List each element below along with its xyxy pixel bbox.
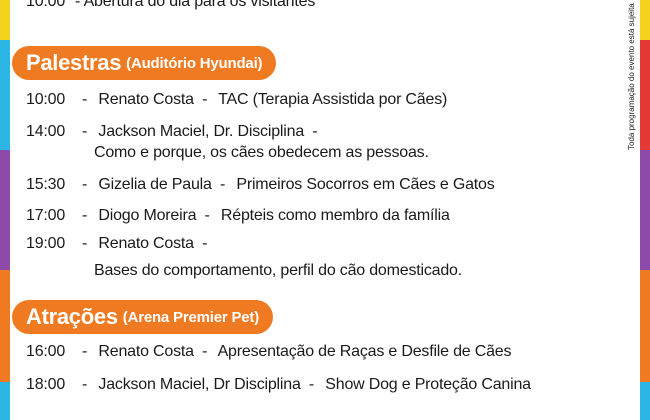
palestras-title: Palestras xyxy=(26,50,122,75)
palestras-header: Palestras (Auditório Hyundai) xyxy=(12,46,277,80)
row-time: 17:00 xyxy=(26,207,66,224)
color-stripe-purple xyxy=(0,150,10,270)
color-stripe-red-right xyxy=(640,40,650,150)
palestras-location: (Auditório Hyundai) xyxy=(126,54,263,72)
row-time: 14:00 xyxy=(26,123,66,140)
atracoes-title: Atrações xyxy=(26,304,118,329)
color-stripe-blue xyxy=(0,40,10,150)
row-time: 16:00 xyxy=(26,343,66,360)
schedule-row: 17:00- Diogo Moreira - Répteis como memb… xyxy=(26,207,450,224)
row-speaker: Diogo Moreira xyxy=(98,207,197,224)
row-topic: TAC (Terapia Assistida por Cães) xyxy=(218,91,448,108)
row-topic: Répteis como membro da família xyxy=(220,207,450,224)
atracoes-header: Atrações (Arena Premier Pet) xyxy=(12,300,274,334)
row-speaker: Renato Costa xyxy=(98,235,194,252)
schedule-row: 15:30- Gizelia de Paula - Primeiros Soco… xyxy=(26,176,495,193)
color-stripe-blue-right xyxy=(640,382,650,420)
opening-text: Abertura do dia para os visitantes xyxy=(83,0,316,10)
side-note: Toda programação do evento está sujeita xyxy=(627,3,636,150)
color-stripe-blue-bottom xyxy=(0,382,10,420)
color-stripe-orange xyxy=(0,270,10,382)
color-stripe-yellow-right xyxy=(640,0,650,40)
row-time: 15:30 xyxy=(26,176,66,193)
row-continuation: Bases do comportamento, perfil do cão do… xyxy=(94,262,462,279)
row-time: 10:00 xyxy=(26,91,66,108)
color-stripe-yellow xyxy=(0,0,10,40)
row-speaker: Jackson Maciel, Dr Disciplina xyxy=(98,376,301,393)
row-continuation: Como e porque, os cães obedecem as pesso… xyxy=(94,144,429,161)
row-topic: Apresentação de Raças e Desfile de Cães xyxy=(217,343,512,360)
schedule-row: 18:00- Jackson Maciel, Dr Disciplina - S… xyxy=(26,376,531,393)
row-time: 19:00 xyxy=(26,235,66,252)
atracoes-location: (Arena Premier Pet) xyxy=(122,308,260,326)
color-stripe-orange-right xyxy=(640,270,650,382)
row-speaker: Jackson Maciel, Dr. Disciplina xyxy=(98,123,305,140)
row-speaker: Gizelia de Paula xyxy=(98,176,212,193)
schedule-row: 19:00- Renato Costa - xyxy=(26,235,208,252)
opening-item: 10:00- Abertura do dia para os visitante… xyxy=(26,0,315,11)
row-topic: Show Dog e Proteção Canina xyxy=(325,376,531,393)
row-time: 18:00 xyxy=(26,376,66,393)
row-topic: Primeiros Socorros em Cães e Gatos xyxy=(236,176,495,193)
opening-time: 10:00 xyxy=(26,0,66,10)
schedule-row: 10:00- Renato Costa - TAC (Terapia Assis… xyxy=(26,91,448,108)
row-speaker: Renato Costa xyxy=(98,343,194,360)
row-speaker: Renato Costa xyxy=(98,91,194,108)
color-stripe-purple-right xyxy=(640,150,650,270)
schedule-row: 16:00- Renato Costa - Apresentação de Ra… xyxy=(26,343,512,360)
schedule-row: 14:00- Jackson Maciel, Dr. Disciplina - xyxy=(26,123,318,140)
